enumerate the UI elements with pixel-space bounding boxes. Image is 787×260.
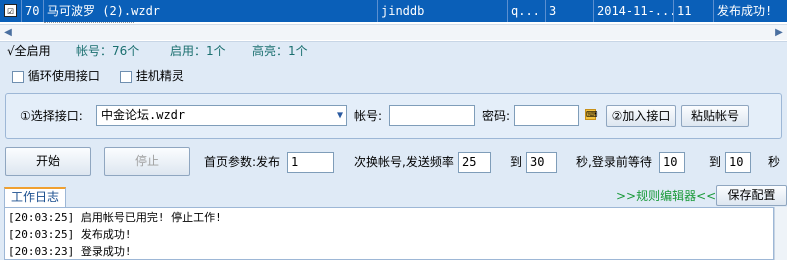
row-count: 3 [546,0,594,22]
password-input[interactable] [514,105,579,126]
rate-input[interactable]: 25 [458,152,491,173]
rules-editor-link[interactable]: >>规则编辑器<< [616,188,716,204]
paste-account-button[interactable]: 粘贴帐号 [681,105,749,127]
row-index: 70 [22,0,44,22]
wait-from-input[interactable]: 10 [659,152,685,173]
rate-label: 次换帐号,发送频率 [354,155,454,169]
chevron-down-icon[interactable]: ▼ [337,106,343,125]
tab-work-log[interactable]: 工作日志 [4,187,66,208]
log-line: [20:03:25] 发布成功! [8,228,132,241]
row-checkbox[interactable]: ☑ [4,4,17,17]
wait-to-label: 到 [709,155,722,169]
sprite-option[interactable]: 挂机精灵 [120,68,184,84]
start-button[interactable]: 开始 [5,147,91,176]
select-interface-label: ①选择接口: [20,109,83,123]
seconds-label: 秒 [768,155,781,169]
account-table: ☑ 70 马可波罗 (2).wzdr jinddb q... 3 2014-11… [0,0,787,42]
row-status: 发布成功! [717,4,773,18]
account-input[interactable] [389,105,475,126]
loop-interface-checkbox[interactable] [12,70,24,83]
log-line: [20:03:23] 登录成功! [8,245,132,258]
scroll-left-icon[interactable]: ◀ [1,26,15,40]
log-output: [20:03:25] 启用帐号已用完! 停止工作! [20:03:25] 发布成… [4,207,774,260]
home-params-input[interactable]: 1 [287,152,334,173]
row-date: 2014-11-... [594,0,674,22]
rate-to-label: 到 [510,155,523,169]
wait-label: 秒,登录前等待 [576,155,652,169]
sprite-label: 挂机精灵 [135,69,184,83]
accounts-count: 帐号：76个 [76,44,140,58]
log-vertical-scrollbar[interactable] [774,207,787,260]
interface-select[interactable]: 中金论坛.wzdr ▼ [96,105,347,126]
table-row[interactable]: ☑ 70 马可波罗 (2).wzdr jinddb q... 3 2014-11… [0,0,787,22]
enabled-count: 启用：1个 [170,44,226,58]
wait-to-input[interactable]: 10 [725,152,751,173]
loop-interface-label: 循环使用接口 [27,69,100,83]
log-line: [20:03:25] 启用帐号已用完! 停止工作! [8,211,222,224]
loop-interface-option[interactable]: 循环使用接口 [12,68,100,84]
stop-button[interactable]: 停止 [104,147,190,176]
row-title: 马可波罗 (2).wzdr [44,0,378,22]
home-params-label: 首页参数:发布 [204,155,281,169]
horizontal-scrollbar[interactable]: ◀ ▶ [0,24,787,40]
row-check-cell[interactable]: ☑ [0,0,22,22]
add-interface-button[interactable]: ②加入接口 [606,105,676,127]
password-label: 密码: [482,109,511,123]
select-all-toggle[interactable]: √全启用 [7,43,51,59]
sprite-checkbox[interactable] [120,70,132,83]
row-col4: q... [508,0,546,22]
keyboard-icon[interactable]: ⌨ [585,109,598,120]
account-label: 帐号: [354,109,383,123]
save-config-button[interactable]: 保存配置 [716,185,787,206]
interface-select-value: 中金论坛.wzdr [101,108,186,122]
scroll-right-icon[interactable]: ▶ [772,26,786,40]
highlight-count: 高亮：1个 [252,44,308,58]
row-col7: 11 [674,0,714,22]
rate-to-input[interactable]: 30 [526,152,557,173]
interface-panel: ①选择接口: 中金论坛.wzdr ▼ 帐号: 密码: ⌨ ②加入接口 粘贴帐号 [5,93,782,139]
row-account: jinddb [378,0,508,22]
